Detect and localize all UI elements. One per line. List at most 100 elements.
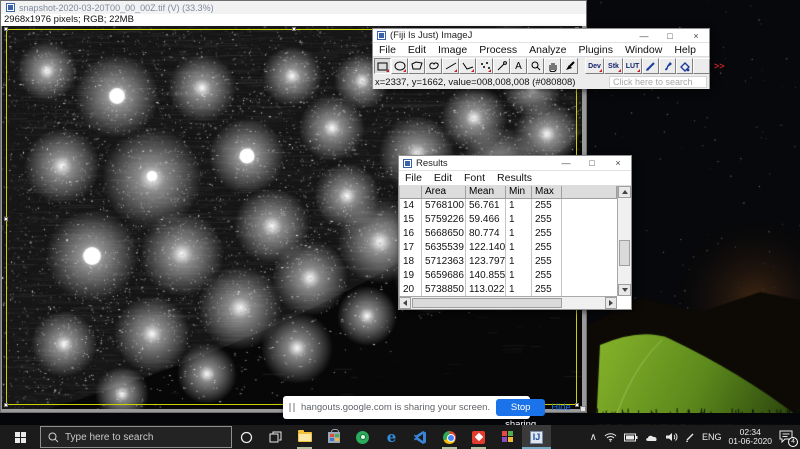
results-table: Area Mean Min Max 14 5768100 56.761 1 255 15… — [399, 186, 631, 309]
stack-tool-switch[interactable]: Stk — [604, 58, 623, 74]
maximize-button[interactable]: □ — [657, 29, 683, 42]
hide-button[interactable]: Hide — [551, 402, 571, 413]
microsoft-store-icon — [327, 428, 340, 443]
green-app-icon — [356, 430, 369, 444]
col-area[interactable]: Area — [422, 186, 466, 199]
paintbrush-tool[interactable] — [659, 58, 676, 74]
menu-file[interactable]: File — [399, 171, 428, 185]
lut-tool-switch[interactable]: LUT — [623, 58, 642, 74]
results-titlebar[interactable]: Results — □ × — [399, 156, 631, 171]
menu-image[interactable]: Image — [432, 43, 473, 57]
menu-analyze[interactable]: Analyze — [523, 43, 572, 57]
more-tools-button[interactable]: >> — [714, 61, 725, 71]
red-app-button[interactable] — [464, 425, 493, 449]
fiji-main-window[interactable]: (Fiji Is Just) ImageJ — □ × File Edit Im… — [372, 28, 725, 89]
menu-edit[interactable]: Edit — [402, 43, 432, 57]
col-max[interactable]: Max — [532, 186, 562, 199]
speaker-icon[interactable] — [666, 432, 678, 442]
file-explorer-button[interactable] — [290, 425, 319, 449]
menu-edit[interactable]: Edit — [428, 171, 458, 185]
windows-taskbar: Type here to search e IJ ∧ ENG 02:34 01-… — [0, 425, 800, 449]
hand-tool[interactable] — [544, 58, 561, 74]
menu-process[interactable]: Process — [473, 43, 523, 57]
table-row[interactable]: 20 5738850 113.022 1 255 — [400, 283, 617, 296]
window-resize-grip[interactable] — [580, 406, 586, 412]
tray-chevron-up-icon[interactable]: ∧ — [590, 432, 597, 443]
table-row[interactable]: 19 5659686 140.855 1 255 — [400, 269, 617, 283]
taskbar-search-input[interactable]: Type here to search — [40, 426, 232, 448]
image-window-title: snapshot-2020-03-20T00_00_00Z.tif (V) (3… — [19, 2, 214, 13]
flood-fill-tool[interactable] — [676, 58, 693, 74]
table-row[interactable]: 17 5635539 122.140 1 255 — [400, 241, 617, 255]
fiji-search-input[interactable]: Click here to search — [609, 76, 707, 88]
onedrive-cloud-icon[interactable] — [645, 433, 659, 442]
scroll-right-button[interactable] — [605, 297, 617, 309]
minimize-button[interactable]: — — [631, 29, 657, 42]
table-row[interactable]: 14 5768100 56.761 1 255 — [400, 199, 617, 213]
table-row[interactable]: 16 5668650 80.774 1 255 — [400, 227, 617, 241]
menu-font[interactable]: Font — [458, 171, 491, 185]
vertical-scrollbar[interactable] — [617, 186, 631, 296]
angle-tool[interactable] — [459, 58, 476, 74]
wand-tool[interactable] — [493, 58, 510, 74]
menu-plugins[interactable]: Plugins — [573, 43, 619, 57]
language-indicator[interactable]: ENG — [702, 432, 722, 442]
menu-help[interactable]: Help — [668, 43, 702, 57]
scroll-up-button[interactable] — [618, 186, 631, 198]
imagej-taskbar-button[interactable]: IJ — [522, 425, 551, 449]
action-center-button[interactable]: 4 — [779, 430, 798, 447]
start-button[interactable] — [0, 425, 40, 449]
red-app-icon — [472, 430, 485, 444]
point-tool[interactable] — [476, 58, 493, 74]
table-row[interactable]: 15 5759226 59.466 1 255 — [400, 213, 617, 227]
polygon-tool[interactable] — [408, 58, 425, 74]
color-picker-tool[interactable] — [561, 58, 578, 74]
wifi-icon[interactable] — [604, 432, 617, 442]
office-app-button[interactable] — [493, 425, 522, 449]
scroll-left-button[interactable] — [399, 297, 411, 309]
microsoft-store-button[interactable] — [319, 425, 348, 449]
close-button[interactable]: × — [683, 29, 709, 42]
text-tool[interactable]: A — [510, 58, 527, 74]
line-tool[interactable] — [442, 58, 459, 74]
minimize-button[interactable]: — — [553, 156, 579, 170]
maximize-button[interactable]: □ — [579, 156, 605, 170]
horizontal-scrollbar[interactable] — [399, 296, 617, 309]
zoom-tool[interactable] — [527, 58, 544, 74]
fiji-titlebar[interactable]: (Fiji Is Just) ImageJ — □ × — [373, 29, 709, 43]
stop-sharing-button[interactable]: Stop sharing — [496, 399, 546, 430]
pen-icon[interactable] — [685, 432, 695, 442]
scroll-down-button[interactable] — [618, 284, 631, 296]
vertical-scroll-thumb[interactable] — [619, 240, 630, 266]
oval-tool[interactable] — [391, 58, 408, 74]
col-min[interactable]: Min — [506, 186, 532, 199]
vscode-icon — [414, 430, 426, 444]
chrome-button[interactable] — [435, 425, 464, 449]
image-window-titlebar[interactable]: snapshot-2020-03-20T00_00_00Z.tif (V) (3… — [1, 1, 586, 14]
pencil-tool[interactable] — [642, 58, 659, 74]
horizontal-scroll-thumb[interactable] — [412, 298, 562, 308]
taskbar-clock[interactable]: 02:34 01-06-2020 — [729, 427, 772, 447]
vscode-button[interactable] — [406, 425, 435, 449]
rectangle-tool[interactable] — [374, 58, 391, 74]
menu-window[interactable]: Window — [619, 43, 668, 57]
col-mean[interactable]: Mean — [466, 186, 506, 199]
freehand-tool[interactable] — [425, 58, 442, 74]
battery-icon[interactable] — [624, 433, 638, 442]
menu-results[interactable]: Results — [491, 171, 538, 185]
cortana-button[interactable] — [232, 425, 261, 449]
menu-file[interactable]: File — [373, 43, 402, 57]
results-header-row: Area Mean Min Max — [400, 186, 617, 199]
dev-tool-switch[interactable]: Dev — [585, 58, 604, 74]
edge-button[interactable]: e — [377, 425, 406, 449]
results-window[interactable]: Results — □ × File Edit Font Results Are… — [398, 155, 632, 310]
task-view-icon — [269, 431, 282, 442]
close-button[interactable]: × — [605, 156, 631, 170]
windows-logo-icon — [14, 431, 26, 443]
drag-handle-icon[interactable] — [289, 403, 295, 412]
green-app-button[interactable] — [348, 425, 377, 449]
office-grid-icon — [501, 431, 514, 443]
table-row[interactable]: 18 5712363 123.797 1 255 — [400, 255, 617, 269]
empty-tool-slot[interactable] — [693, 58, 710, 74]
task-view-button[interactable] — [261, 425, 290, 449]
